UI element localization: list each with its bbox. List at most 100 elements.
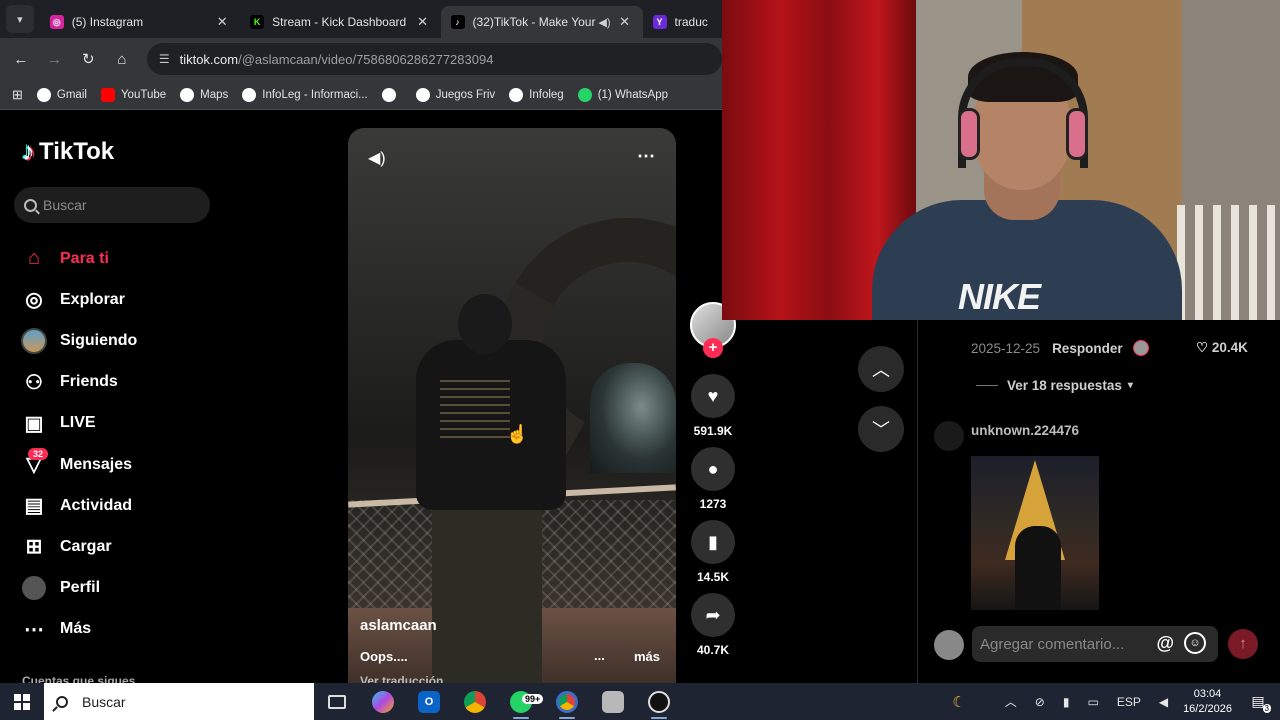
close-tab-icon[interactable]: ✕	[617, 14, 633, 30]
send-arrow-up-icon[interactable]: ↑	[1228, 629, 1258, 659]
tab-instagram[interactable]: ◎ (5) Instagram ✕	[40, 6, 240, 38]
search-input[interactable]: Buscar	[14, 187, 210, 223]
sidebar-item-actividad[interactable]: ▤ Actividad	[20, 485, 220, 526]
globe-icon	[36, 87, 51, 102]
upload-icon: ⊞	[25, 536, 43, 559]
sidebar-item-siguiendo[interactable]: Siguiendo	[20, 320, 220, 361]
comment-date: 2025-12-25	[971, 340, 1041, 356]
back-icon[interactable]: ←	[4, 51, 38, 68]
comment-input[interactable]: Agregar comentario... @ ☺	[972, 626, 1218, 662]
windows-logo-icon	[14, 693, 30, 710]
chrome-button[interactable]	[452, 683, 498, 720]
tab-search-button[interactable]: ▾	[6, 5, 34, 33]
compass-icon: ◎	[25, 289, 43, 312]
video-player[interactable]: ◀) ⋯ aslamcaan Oops.... ... más Ver trad…	[348, 128, 676, 683]
comment-composer: Agregar comentario... @ ☺ ↑	[934, 626, 1280, 666]
messages-badge: 32	[28, 447, 49, 460]
emoji-icon[interactable]: ☺	[1184, 632, 1206, 654]
sidebar-item-cargar[interactable]: ⊞ Cargar	[20, 526, 220, 567]
sidebar-item-mas[interactable]: ⋯ Más	[20, 609, 220, 650]
bookmark-infoleg[interactable]: InfoLeg - Informaci...	[242, 87, 368, 102]
sidebar-item-perfil[interactable]: Perfil	[20, 568, 220, 609]
video-author[interactable]: aslamcaan	[360, 617, 437, 634]
forward-icon[interactable]: →	[38, 51, 72, 68]
previous-video-chevron-up-icon[interactable]: ︿	[858, 346, 904, 392]
bookmark-juegos-friv[interactable]: Juegos Friv	[415, 87, 495, 102]
taskbar-search-input[interactable]: Buscar	[44, 683, 314, 720]
video-more-options-icon[interactable]: ⋯	[637, 146, 656, 167]
bookmark-infoleg-2[interactable]: Infoleg	[509, 87, 564, 102]
share-action[interactable]: ➦ 40.7K	[691, 593, 735, 657]
follow-plus-button[interactable]: +	[703, 338, 723, 358]
video-scene-person	[432, 508, 542, 683]
apps-grid-icon[interactable]: ⊞	[12, 87, 23, 103]
commenter-avatar[interactable]	[934, 421, 964, 451]
reply-button[interactable]: Responder	[1052, 341, 1123, 356]
see-translation-link[interactable]: Ver traducción	[360, 674, 443, 683]
comment-image[interactable]	[971, 456, 1099, 610]
copilot-button[interactable]	[360, 683, 406, 720]
notification-center-button[interactable]: ▤ 3	[1244, 691, 1272, 713]
tiktok-logo[interactable]: ♪ TikTok	[22, 136, 114, 167]
bookmark-youtube[interactable]: YouTube	[100, 87, 166, 102]
sidebar-item-friends[interactable]: ⚇ Friends	[20, 362, 220, 403]
weather-moon-icon[interactable]: ☾	[952, 693, 965, 711]
comment-like-button[interactable]: ♡ 20.4K	[1196, 340, 1248, 356]
sidebar-item-para-ti[interactable]: ⌂ Para ti	[20, 238, 220, 279]
whatsapp-button[interactable]: 99+	[498, 683, 544, 720]
bookmark-whatsapp[interactable]: (1) WhatsApp	[577, 87, 668, 102]
chevron-up-icon[interactable]: ︿	[1005, 693, 1017, 710]
microphone-icon[interactable]: ▮	[1063, 695, 1070, 709]
tab-kick[interactable]: K Stream - Kick Dashboard ✕	[240, 6, 440, 38]
site-info-icon[interactable]: ☰	[159, 52, 170, 66]
caption-more-button[interactable]: más	[634, 649, 660, 664]
close-tab-icon[interactable]: ✕	[214, 14, 230, 30]
bookmark-gmail[interactable]: Gmail	[36, 87, 87, 102]
bookmark-unnamed[interactable]	[381, 87, 402, 102]
speaker-icon[interactable]: ◀)	[598, 16, 610, 29]
share-arrow-icon[interactable]: ➦	[691, 593, 735, 637]
view-replies-button[interactable]: Ver 18 respuestas ▾	[976, 378, 1133, 393]
keyboard-icon[interactable]: ▭	[1087, 695, 1098, 709]
network-icon[interactable]: ⊘	[1035, 695, 1045, 709]
sidebar-item-mensajes[interactable]: ▽ 32 Mensajes	[20, 444, 220, 485]
save-action[interactable]: ▮ 14.5K	[691, 520, 735, 584]
clock[interactable]: 03:04 16/2/2026	[1183, 687, 1232, 717]
clock-date: 16/2/2026	[1183, 702, 1232, 715]
bookmark-icon[interactable]: ▮	[691, 520, 735, 564]
input-language[interactable]: ESP	[1117, 695, 1141, 709]
tab-title: Stream - Kick Dashboard	[272, 15, 407, 29]
webcam-overlay: NIKE	[722, 0, 1280, 320]
bookmark-maps[interactable]: Maps	[180, 87, 228, 102]
volume-icon[interactable]: ◀)	[368, 148, 386, 168]
creator-liked-avatar	[1132, 340, 1149, 356]
sidebar-item-explorar[interactable]: ◎ Explorar	[20, 279, 220, 320]
activity-icon: ▤	[24, 495, 44, 518]
outlook-button[interactable]: O	[406, 683, 452, 720]
mention-at-icon[interactable]: @	[1156, 633, 1174, 654]
file-app-button[interactable]	[590, 683, 636, 720]
globe-icon	[381, 87, 396, 102]
close-tab-icon[interactable]: ✕	[415, 14, 431, 30]
more-dots-icon: ⋯	[24, 618, 44, 641]
comment-bubble-icon[interactable]: ●	[691, 447, 735, 491]
volume-icon[interactable]: ◀	[1159, 695, 1168, 709]
like-action[interactable]: ♥ 591.9K	[691, 374, 735, 438]
clock-time: 03:04	[1193, 687, 1222, 700]
kick-icon: K	[250, 15, 265, 29]
sidebar-item-live[interactable]: ▣ LIVE	[20, 403, 220, 444]
tab-tiktok[interactable]: ♪ (32)TikTok - Make Your Day ◀) ✕	[440, 6, 643, 38]
home-icon[interactable]: ⌂	[105, 51, 139, 68]
commenter-username[interactable]: unknown.224476	[971, 423, 1079, 438]
task-view-button[interactable]	[314, 683, 360, 720]
mouse-cursor-icon: ☝	[506, 424, 529, 444]
address-bar[interactable]: ☰ tiktok.com /@aslamcaan/video/758680628…	[146, 43, 722, 75]
comment-action[interactable]: ● 1273	[691, 447, 735, 511]
reload-icon[interactable]: ↻	[71, 50, 105, 68]
next-video-chevron-down-icon[interactable]: ﹀	[858, 406, 904, 452]
start-button[interactable]	[0, 683, 44, 720]
obs-button[interactable]	[636, 683, 682, 720]
tab-traduc[interactable]: Y traduc	[643, 6, 722, 38]
chrome-profile-button[interactable]	[544, 683, 590, 720]
heart-icon[interactable]: ♥	[691, 374, 735, 418]
